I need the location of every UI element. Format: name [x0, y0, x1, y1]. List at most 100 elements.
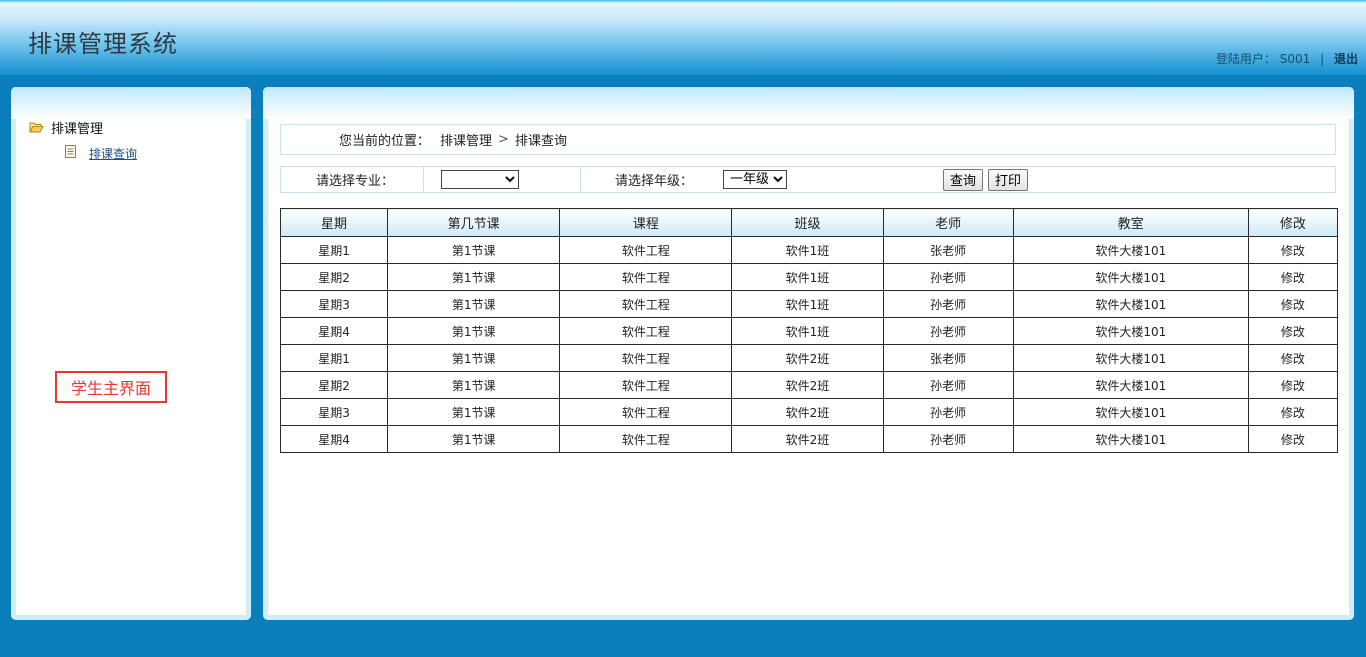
cell-edit[interactable]: 修改: [1247, 236, 1339, 264]
cell-class: 软件2班: [731, 398, 884, 426]
divider: [580, 167, 581, 192]
user-label: 登陆用户：: [1215, 52, 1276, 66]
open-folder-icon: [29, 121, 45, 137]
tree-node-schedule-query[interactable]: 排课查询: [65, 145, 137, 162]
cell-classroom: 软件大楼101: [1012, 371, 1249, 399]
cell-class: 软件2班: [731, 344, 884, 372]
cell-class: 软件1班: [731, 317, 884, 345]
tree-node-label: 排课管理: [51, 122, 104, 137]
grade-select[interactable]: 一年级: [723, 170, 787, 189]
cell-class: 软件1班: [731, 263, 884, 291]
cell-classroom: 软件大楼101: [1012, 344, 1249, 372]
major-label: 请选择专业：: [316, 174, 395, 189]
cell-weekday: 星期1: [279, 344, 389, 372]
cell-teacher: 孙老师: [882, 290, 1014, 318]
cell-course: 软件工程: [559, 263, 733, 291]
cell-weekday: 星期1: [279, 236, 389, 264]
grade-label: 请选择年级：: [615, 174, 694, 189]
cell-course: 软件工程: [559, 371, 733, 399]
major-select-cell: [441, 167, 519, 192]
breadcrumb-level1: 排课管理: [440, 134, 493, 149]
cell-classroom: 软件大楼101: [1012, 398, 1249, 426]
cell-period: 第1节课: [387, 290, 561, 318]
cell-period: 第1节课: [387, 236, 561, 264]
cell-edit[interactable]: 修改: [1247, 263, 1339, 291]
cell-period: 第1节课: [387, 317, 561, 345]
cell-weekday: 星期3: [279, 290, 389, 318]
app-title: 排课管理系统: [28, 30, 178, 58]
cell-course: 软件工程: [559, 290, 733, 318]
cell-teacher: 张老师: [882, 236, 1014, 264]
cell-course: 软件工程: [559, 425, 733, 453]
cell-teacher: 孙老师: [882, 371, 1014, 399]
cell-weekday: 星期4: [279, 317, 389, 345]
column-header-weekday: 星期: [279, 208, 389, 237]
table-row: 星期3 第1节课 软件工程 软件1班 孙老师 软件大楼101 修改: [279, 290, 1339, 318]
cell-teacher: 孙老师: [882, 398, 1014, 426]
cell-teacher: 孙老师: [882, 425, 1014, 453]
user-bar: 登陆用户： S001 | 退出: [1216, 50, 1358, 67]
button-cell: 查询 打印: [943, 167, 1029, 192]
grade-select-cell: 一年级: [723, 167, 787, 192]
cell-edit[interactable]: 修改: [1247, 344, 1339, 372]
column-header-class: 班级: [731, 208, 884, 237]
separator: |: [1320, 52, 1325, 66]
table-header-row: 星期 第几节课 课程 班级 老师 教室 修改: [279, 208, 1339, 237]
cell-edit[interactable]: 修改: [1247, 398, 1339, 426]
table-row: 星期4 第1节课 软件工程 软件2班 孙老师 软件大楼101 修改: [279, 425, 1339, 453]
breadcrumb-arrow: >: [498, 132, 509, 147]
breadcrumb-label: 您当前的位置：: [339, 134, 431, 149]
schedule-query-link[interactable]: 排课查询: [89, 147, 137, 161]
table-row: 星期3 第1节课 软件工程 软件2班 孙老师 软件大楼101 修改: [279, 398, 1339, 426]
major-select[interactable]: [441, 170, 519, 189]
app-header: 排课管理系统 登陆用户： S001 | 退出: [0, 0, 1366, 76]
cell-classroom: 软件大楼101: [1012, 317, 1249, 345]
cell-class: 软件1班: [731, 236, 884, 264]
column-header-edit: 修改: [1247, 208, 1339, 237]
table-row: 星期2 第1节课 软件工程 软件1班 孙老师 软件大楼101 修改: [279, 263, 1339, 291]
table-row: 星期1 第1节课 软件工程 软件1班 张老师 软件大楼101 修改: [279, 236, 1339, 264]
cell-class: 软件2班: [731, 425, 884, 453]
breadcrumb-level2: 排课查询: [514, 134, 567, 149]
cell-class: 软件1班: [731, 290, 884, 318]
cell-edit[interactable]: 修改: [1247, 290, 1339, 318]
cell-classroom: 软件大楼101: [1012, 263, 1249, 291]
sidebar: 排课管理 排课查询 学生主界面: [11, 87, 251, 620]
main-header-bar: [263, 87, 1354, 119]
cell-weekday: 星期3: [279, 398, 389, 426]
print-button[interactable]: 打印: [988, 168, 1029, 191]
cell-edit[interactable]: 修改: [1247, 317, 1339, 345]
column-header-course: 课程: [559, 208, 733, 237]
cell-teacher: 孙老师: [882, 317, 1014, 345]
student-home-annotation: 学生主界面: [55, 371, 167, 403]
sidebar-header-bar: [11, 87, 251, 119]
cell-period: 第1节课: [387, 371, 561, 399]
cell-classroom: 软件大楼101: [1012, 236, 1249, 264]
query-button[interactable]: 查询: [943, 168, 984, 191]
main-content: 您当前的位置： 排课管理 > 排课查询 请选择专业： 请选择年级： 一年级 查询…: [263, 87, 1354, 620]
cell-class: 软件2班: [731, 371, 884, 399]
cell-course: 软件工程: [559, 344, 733, 372]
cell-course: 软件工程: [559, 398, 733, 426]
cell-edit[interactable]: 修改: [1247, 425, 1339, 453]
cell-period: 第1节课: [387, 344, 561, 372]
user-id: S001: [1279, 52, 1311, 66]
table-row: 星期1 第1节课 软件工程 软件2班 张老师 软件大楼101 修改: [279, 344, 1339, 372]
filter-bar: 请选择专业： 请选择年级： 一年级 查询 打印: [280, 166, 1336, 193]
cell-weekday: 星期4: [279, 425, 389, 453]
logout-link[interactable]: 退出: [1334, 52, 1358, 66]
cell-edit[interactable]: 修改: [1247, 371, 1339, 399]
cell-teacher: 张老师: [882, 344, 1014, 372]
cell-period: 第1节课: [387, 425, 561, 453]
cell-period: 第1节课: [387, 398, 561, 426]
cell-classroom: 软件大楼101: [1012, 425, 1249, 453]
document-icon: [65, 145, 79, 161]
cell-classroom: 软件大楼101: [1012, 290, 1249, 318]
breadcrumb: 您当前的位置： 排课管理 > 排课查询: [280, 124, 1336, 155]
cell-weekday: 星期2: [279, 263, 389, 291]
column-header-teacher: 老师: [882, 208, 1014, 237]
cell-weekday: 星期2: [279, 371, 389, 399]
cell-course: 软件工程: [559, 236, 733, 264]
divider: [423, 167, 424, 192]
tree-node-schedule-management[interactable]: 排课管理: [29, 118, 103, 137]
